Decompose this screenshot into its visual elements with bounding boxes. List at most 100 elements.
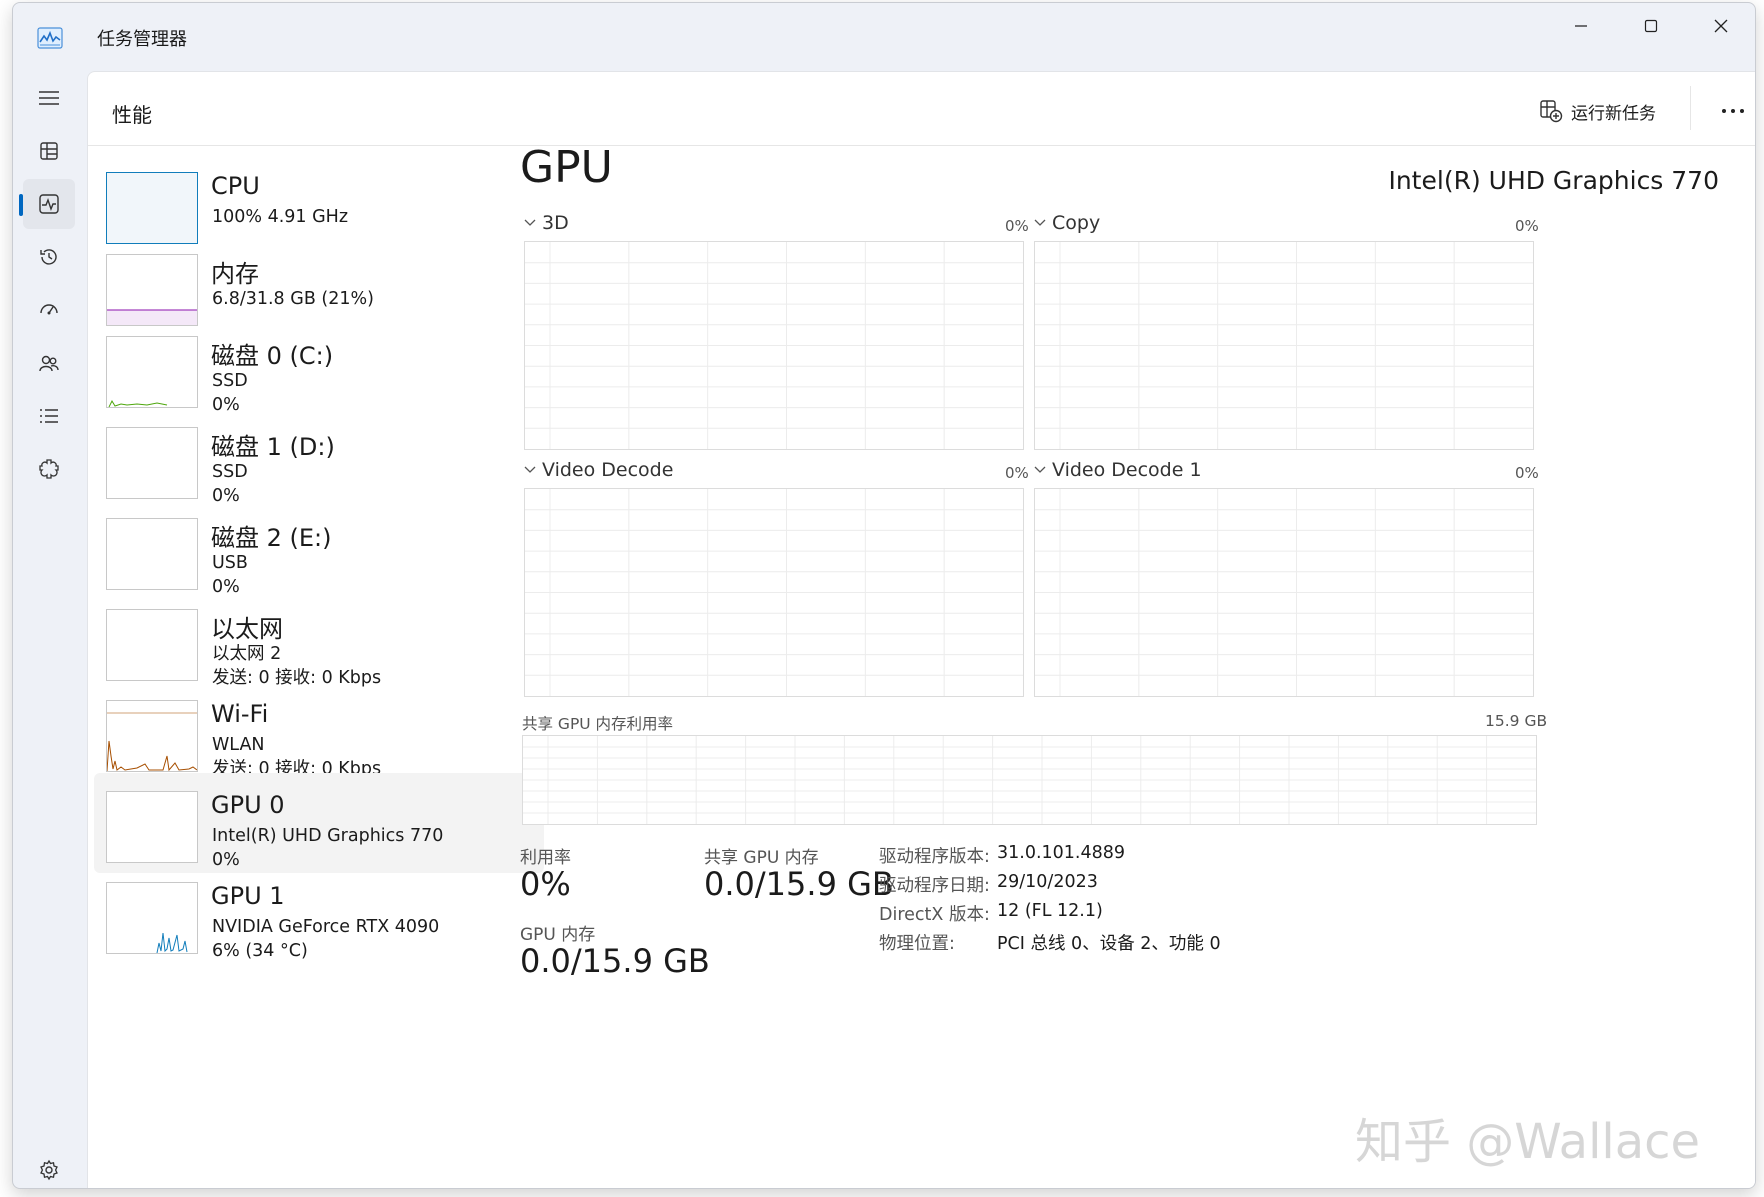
driver-date-value: 29/10/2023: [997, 872, 1098, 892]
services-icon: [39, 459, 59, 479]
graph-video-decode-selector[interactable]: Video Decode: [524, 459, 673, 481]
ethernet-thumbnail: [106, 609, 198, 681]
device-detail: NVIDIA GeForce RTX 4090 6% (34 °C): [212, 917, 440, 961]
gpu-detail-pane: GPU Intel(R) UHD Graphics 770 3D 0% Copy…: [520, 142, 1755, 1188]
minimize-icon: [1575, 25, 1587, 27]
gpu0-thumbnail: [106, 791, 198, 863]
graph-copy-grid: [1035, 242, 1533, 449]
directx-version-value: 12 (FL 12.1): [997, 901, 1103, 921]
device-item-gpu0[interactable]: GPU 0 Intel(R) UHD Graphics 770 0%: [94, 773, 544, 873]
more-options-icon: [1722, 109, 1744, 113]
memory-thumbnail: [106, 254, 198, 326]
minimize-button[interactable]: [1546, 3, 1616, 49]
shared-mem-graph: [522, 735, 1537, 825]
users-icon: [39, 355, 59, 372]
graph-video-decode1-selector[interactable]: Video Decode 1: [1034, 459, 1202, 481]
page-title: 性能: [112, 103, 152, 127]
close-icon: [1714, 19, 1728, 33]
device-item-disk2[interactable]: 磁盘 2 (E:) USB 0%: [94, 500, 544, 600]
chevron-down-icon: [524, 219, 536, 226]
device-item-disk1[interactable]: 磁盘 1 (D:) SSD 0%: [94, 409, 544, 509]
graph-video-decode1: [1034, 488, 1534, 697]
device-item-disk0[interactable]: 磁盘 0 (C:) SSD 0%: [94, 318, 544, 418]
disk0-activity-line: [108, 399, 168, 407]
disk2-thumbnail: [106, 518, 198, 590]
menu-icon: [39, 91, 59, 105]
graph-video-decode1-label: Video Decode 1: [1052, 459, 1202, 481]
cpu-thumbnail: [106, 172, 198, 244]
graph-3d-selector[interactable]: 3D: [524, 212, 569, 234]
device-name: Wi-Fi: [211, 700, 269, 728]
nav-performance[interactable]: [19, 179, 75, 229]
disk1-thumbnail: [106, 427, 198, 499]
device-detail: 6.8/31.8 GB (21%): [212, 289, 374, 309]
graph-video-decode-grid: [525, 489, 1023, 696]
settings-icon: [40, 1159, 58, 1181]
nav-menu-button[interactable]: [23, 73, 75, 123]
wifi-activity-line: [107, 712, 197, 771]
nav-startup-apps[interactable]: [23, 285, 75, 335]
shared-mem-graph-label: 共享 GPU 内存利用率: [522, 715, 674, 733]
performance-icon: [39, 194, 59, 214]
startup-apps-icon: [40, 304, 58, 315]
graph-video-decode1-grid: [1035, 489, 1533, 696]
processes-icon: [40, 142, 58, 160]
chevron-down-icon: [524, 466, 536, 473]
gpu1-activity-line: [156, 932, 188, 953]
task-manager-window: 任务管理器 性能 运行新任务 CPU 100% 4.91 GHz 内存 6.8/…: [12, 2, 1756, 1189]
device-item-ethernet[interactable]: 以太网 以太网 2 发送: 0 接收: 0 Kbps: [94, 591, 544, 691]
graph-copy-percent: 0%: [1515, 217, 1539, 235]
graph-copy-label: Copy: [1052, 212, 1101, 234]
device-item-wifi[interactable]: Wi-Fi WLAN 发送: 0 接收: 0 Kbps: [94, 682, 544, 782]
chevron-down-icon: [1034, 466, 1046, 473]
maximize-icon: [1644, 19, 1658, 33]
maximize-button[interactable]: [1616, 3, 1686, 49]
nav-app-history[interactable]: [23, 232, 75, 282]
task-manager-app-icon: [37, 27, 63, 49]
utilization-value: 0%: [520, 865, 571, 903]
device-item-gpu1[interactable]: GPU 1 NVIDIA GeForce RTX 4090 6% (34 °C): [94, 864, 544, 964]
driver-version-key: 驱动程序版本:: [879, 847, 990, 867]
nav-rail: [13, 73, 85, 1188]
graph-3d-label: 3D: [542, 212, 569, 234]
physical-location-key: 物理位置:: [879, 934, 955, 954]
nav-processes[interactable]: [23, 126, 75, 176]
window-title: 任务管理器: [97, 29, 187, 50]
graph-video-decode-label: Video Decode: [542, 459, 674, 481]
graph-video-decode: [524, 488, 1024, 697]
graph-video-decode1-percent: 0%: [1515, 464, 1539, 482]
shared-mem-graph-grid: [523, 736, 1536, 824]
device-name: 磁盘 1 (D:): [211, 433, 335, 461]
chevron-down-icon: [1034, 219, 1046, 226]
driver-date-key: 驱动程序日期:: [879, 876, 990, 896]
gpu-mem-value: 0.0/15.9 GB: [520, 942, 710, 980]
run-new-task-button[interactable]: 运行新任务: [1539, 96, 1656, 126]
nav-services[interactable]: [23, 444, 75, 494]
run-new-task-label: 运行新任务: [1571, 103, 1656, 124]
detail-title: GPU: [520, 142, 613, 193]
graph-copy: [1034, 241, 1534, 450]
graph-3d-percent: 0%: [1005, 217, 1029, 235]
nav-settings[interactable]: [23, 1145, 75, 1188]
device-detail: 100% 4.91 GHz: [212, 207, 349, 227]
more-options-button[interactable]: [1708, 94, 1755, 128]
physical-location-value: PCI 总线 0、设备 2、功能 0: [997, 934, 1221, 954]
device-name: CPU: [211, 172, 260, 200]
details-icon: [40, 409, 58, 423]
close-button[interactable]: [1686, 3, 1755, 49]
graph-3d-grid: [525, 242, 1023, 449]
watermark: 知乎 @Wallace: [1355, 1114, 1701, 1170]
nav-users[interactable]: [23, 338, 75, 388]
device-list: CPU 100% 4.91 GHz 内存 6.8/31.8 GB (21%) 磁…: [88, 146, 548, 1188]
shared-mem-value: 0.0/15.9 GB: [704, 865, 894, 903]
device-name: 磁盘 2 (E:): [211, 524, 332, 552]
memory-usage-fill: [107, 309, 197, 325]
nav-details[interactable]: [23, 391, 75, 441]
page-header: 性能 运行新任务: [88, 72, 1755, 146]
shared-mem-graph-max: 15.9 GB: [1485, 712, 1548, 730]
device-name: GPU 0: [211, 791, 285, 819]
graph-copy-selector[interactable]: Copy: [1034, 212, 1100, 234]
run-new-task-icon: [1540, 100, 1563, 123]
app-history-icon: [40, 249, 57, 265]
graph-video-decode-percent: 0%: [1005, 464, 1029, 482]
